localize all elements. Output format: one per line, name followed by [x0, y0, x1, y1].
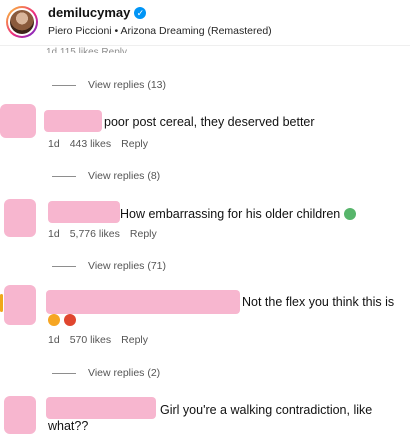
- comment-text-body: How embarrassing for his older children: [120, 207, 341, 221]
- view-replies-label: View replies (8): [88, 170, 161, 182]
- comment-meta: 1d 570 likes Reply: [48, 334, 148, 346]
- comment-text-continued: what??: [48, 419, 89, 433]
- comment-text: Girl you're a walking contradiction, lik…: [160, 403, 373, 417]
- comment-text: poor post cereal, they deserved better: [104, 115, 315, 129]
- like-count[interactable]: 443 likes: [70, 138, 111, 150]
- view-replies-label: View replies (13): [88, 79, 167, 91]
- verified-badge-icon: ✓: [134, 6, 147, 19]
- like-count[interactable]: 570 likes: [70, 334, 111, 346]
- username-label: demilucymay: [48, 5, 131, 20]
- avatar[interactable]: [4, 396, 36, 434]
- comment-text: How embarrassing for his older children: [120, 206, 356, 222]
- profile-avatar[interactable]: [6, 6, 38, 38]
- divider-line: [52, 84, 76, 86]
- username-redacted[interactable]: [48, 201, 120, 223]
- comment-text: Not the flex you think this is: [242, 295, 395, 309]
- reply-button[interactable]: Reply: [121, 138, 148, 150]
- view-replies-button[interactable]: View replies (8): [52, 170, 160, 182]
- avatar[interactable]: [4, 285, 36, 325]
- view-replies-label: View replies (71): [88, 260, 167, 272]
- nauseated-face-icon: [343, 208, 356, 220]
- avatar[interactable]: [0, 104, 36, 138]
- divider-line: [52, 265, 76, 267]
- username-redacted[interactable]: [44, 110, 102, 132]
- comments-feed: 1d 115 likes Reply View replies (13) poo…: [0, 0, 410, 436]
- avatar-ring: [8, 8, 36, 36]
- post-header: demilucymay ✓ Piero Piccioni • Arizona D…: [0, 0, 410, 46]
- comment-meta: 1d 5,776 likes Reply: [48, 228, 157, 240]
- username-redacted[interactable]: [46, 290, 240, 314]
- laughing-emoji-icon: [48, 314, 60, 326]
- emoji-row: [48, 314, 76, 326]
- story-ring-edge: [0, 294, 3, 312]
- view-replies-label: View replies (2): [88, 367, 161, 379]
- comment-age: 1d: [48, 334, 60, 346]
- view-replies-button[interactable]: View replies (2): [52, 367, 160, 379]
- reply-button[interactable]: Reply: [121, 334, 148, 346]
- comment-age: 1d: [48, 228, 60, 240]
- avatar[interactable]: [4, 199, 36, 237]
- audio-track-link[interactable]: Piero Piccioni • Arizona Dreaming (Remas…: [48, 25, 272, 37]
- divider-line: [52, 175, 76, 177]
- reply-button[interactable]: Reply: [130, 228, 157, 240]
- username-redacted[interactable]: [46, 397, 156, 419]
- divider-line: [52, 372, 76, 374]
- partial-comment-meta: 1d 115 likes Reply: [46, 47, 127, 53]
- view-replies-button[interactable]: View replies (13): [52, 79, 166, 91]
- like-count[interactable]: 5,776 likes: [70, 228, 120, 240]
- avatar-photo: [10, 10, 34, 34]
- username[interactable]: demilucymay ✓: [48, 5, 147, 20]
- comment-age: 1d: [48, 138, 60, 150]
- view-replies-button[interactable]: View replies (71): [52, 260, 166, 272]
- comment-meta: 1d 443 likes Reply: [48, 138, 148, 150]
- heart-eyes-emoji-icon: [64, 314, 76, 326]
